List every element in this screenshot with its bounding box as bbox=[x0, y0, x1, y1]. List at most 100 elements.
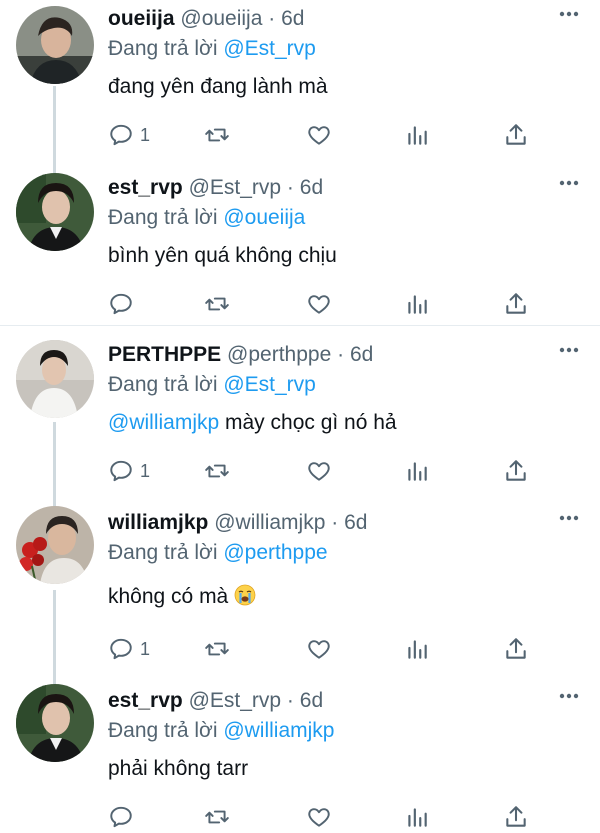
heart-icon bbox=[308, 126, 330, 145]
reply-icon bbox=[110, 806, 132, 828]
analytics-button[interactable] bbox=[404, 456, 430, 486]
like-button[interactable] bbox=[306, 456, 332, 486]
tweet-text: không có mà bbox=[108, 582, 256, 612]
separator-dot: · bbox=[337, 343, 345, 366]
mention-link[interactable]: @williamjkp bbox=[108, 411, 219, 434]
tweet-header: williamjkp @williamjkp · 6d bbox=[108, 506, 367, 540]
analytics-button[interactable] bbox=[404, 289, 430, 319]
retweet-button[interactable] bbox=[204, 456, 230, 486]
retweet-icon bbox=[205, 642, 229, 656]
heart-icon bbox=[308, 640, 330, 659]
retweet-button[interactable] bbox=[204, 120, 230, 150]
separator-dot: · bbox=[286, 689, 294, 712]
handle[interactable]: @Est_rvp bbox=[189, 689, 282, 712]
more-options-icon[interactable] bbox=[558, 510, 580, 521]
more-options-icon[interactable] bbox=[558, 175, 580, 186]
analytics-button[interactable] bbox=[404, 120, 430, 150]
tweet[interactable]: est_rvp @Est_rvp · 6d Đang trả lời @ouei… bbox=[0, 171, 600, 321]
share-icon bbox=[506, 124, 526, 145]
tweet-text-content: bình yên quá không chịu bbox=[108, 244, 337, 267]
analytics-button[interactable] bbox=[404, 802, 430, 832]
replying-to: Đang trả lời @Est_rvp bbox=[108, 370, 316, 400]
more-options-icon[interactable] bbox=[558, 688, 580, 699]
tweet-actions: 1 bbox=[108, 120, 538, 150]
tweet-text-content: không có mà bbox=[108, 585, 235, 608]
retweet-button[interactable] bbox=[204, 802, 230, 832]
timestamp[interactable]: 6d bbox=[300, 176, 323, 199]
tweet-header: PERTHPPE @perthppe · 6d bbox=[108, 338, 373, 372]
replying-to: Đang trả lời @Est_rvp bbox=[108, 34, 316, 64]
tweet-text: bình yên quá không chịu bbox=[108, 241, 337, 271]
reply-icon bbox=[110, 124, 132, 146]
share-button[interactable] bbox=[503, 802, 529, 832]
reply-button[interactable]: 1 bbox=[108, 634, 150, 664]
avatar[interactable] bbox=[16, 506, 94, 584]
share-button[interactable] bbox=[503, 289, 529, 319]
more-options-icon[interactable] bbox=[558, 342, 580, 353]
share-button[interactable] bbox=[503, 456, 529, 486]
tweet-text-content: mày chọc gì nó hả bbox=[219, 411, 397, 434]
analytics-icon bbox=[408, 295, 427, 314]
timestamp[interactable]: 6d bbox=[281, 7, 304, 30]
retweet-button[interactable] bbox=[204, 289, 230, 319]
tweet[interactable]: est_rvp @Est_rvp · 6d Đang trả lời @will… bbox=[0, 684, 600, 833]
avatar[interactable] bbox=[16, 6, 94, 84]
retweet-icon bbox=[205, 128, 229, 142]
tweet[interactable]: williamjkp @williamjkp · 6d Đang trả lời… bbox=[0, 506, 600, 676]
share-icon bbox=[506, 460, 526, 481]
replying-to-link[interactable]: @Est_rvp bbox=[223, 37, 316, 60]
tweet-text-content: đang yên đang lành mà bbox=[108, 75, 328, 98]
display-name[interactable]: est_rvp bbox=[108, 176, 183, 199]
reply-button[interactable]: 1 bbox=[108, 456, 150, 486]
reply-thread: oueiija @oueiija · 6d Đang trả lời @Est_… bbox=[0, 0, 600, 833]
avatar[interactable] bbox=[16, 173, 94, 251]
timestamp[interactable]: 6d bbox=[344, 511, 367, 534]
share-button[interactable] bbox=[503, 634, 529, 664]
tweet[interactable]: PERTHPPE @perthppe · 6d Đang trả lời @Es… bbox=[0, 338, 600, 498]
handle[interactable]: @williamjkp bbox=[214, 511, 325, 534]
handle[interactable]: @perthppe bbox=[227, 343, 331, 366]
avatar[interactable] bbox=[16, 684, 94, 762]
tweet[interactable]: oueiija @oueiija · 6d Đang trả lời @Est_… bbox=[0, 2, 600, 162]
like-button[interactable] bbox=[306, 634, 332, 664]
reply-count: 1 bbox=[140, 124, 151, 145]
timestamp[interactable]: 6d bbox=[350, 343, 373, 366]
reply-button[interactable] bbox=[108, 289, 140, 319]
heart-icon bbox=[308, 808, 330, 827]
replying-prefix: Đang trả lời bbox=[108, 373, 218, 396]
retweet-icon bbox=[205, 810, 229, 824]
replying-prefix: Đang trả lời bbox=[108, 719, 218, 742]
reply-button[interactable] bbox=[108, 802, 140, 832]
tweet-header: est_rvp @Est_rvp · 6d bbox=[108, 684, 323, 718]
display-name[interactable]: williamjkp bbox=[108, 511, 208, 534]
like-button[interactable] bbox=[306, 120, 332, 150]
replying-to-link[interactable]: @oueiija bbox=[223, 206, 305, 229]
analytics-icon bbox=[408, 808, 427, 827]
replying-to-link[interactable]: @perthppe bbox=[223, 541, 327, 564]
replying-prefix: Đang trả lời bbox=[108, 541, 218, 564]
replying-to-link[interactable]: @williamjkp bbox=[223, 719, 334, 742]
retweet-button[interactable] bbox=[204, 634, 230, 664]
display-name[interactable]: est_rvp bbox=[108, 689, 183, 712]
reply-button[interactable]: 1 bbox=[108, 120, 150, 150]
share-button[interactable] bbox=[503, 120, 529, 150]
more-options-icon[interactable] bbox=[558, 6, 580, 17]
like-button[interactable] bbox=[306, 802, 332, 832]
analytics-icon bbox=[408, 126, 427, 145]
tweet-header: est_rvp @Est_rvp · 6d bbox=[108, 171, 323, 205]
display-name[interactable]: oueiija bbox=[108, 7, 175, 30]
display-name[interactable]: PERTHPPE bbox=[108, 343, 221, 366]
replying-to-link[interactable]: @Est_rvp bbox=[223, 373, 316, 396]
timestamp[interactable]: 6d bbox=[300, 689, 323, 712]
retweet-icon bbox=[205, 297, 229, 311]
heart-icon bbox=[308, 462, 330, 481]
reply-count: 1 bbox=[140, 460, 151, 481]
share-icon bbox=[506, 293, 526, 314]
tweet-text: @williamjkp mày chọc gì nó hả bbox=[108, 408, 397, 438]
like-button[interactable] bbox=[306, 289, 332, 319]
handle[interactable]: @oueiija bbox=[180, 7, 262, 30]
share-icon bbox=[506, 638, 526, 659]
avatar[interactable] bbox=[16, 340, 94, 418]
handle[interactable]: @Est_rvp bbox=[189, 176, 282, 199]
analytics-button[interactable] bbox=[404, 634, 430, 664]
